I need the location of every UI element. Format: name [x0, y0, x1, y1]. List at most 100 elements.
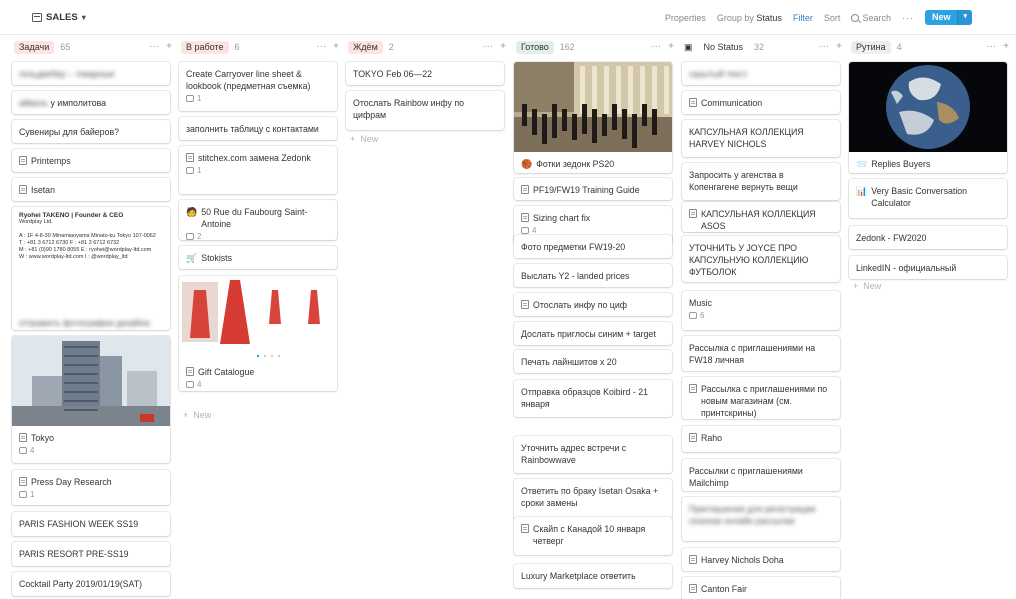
board-card[interactable]: Music 6: [682, 291, 840, 330]
board-card[interactable]: Harvey Nichols Doha: [682, 548, 840, 571]
board-card[interactable]: Press Day Research 1: [12, 470, 170, 505]
add-card-icon[interactable]: +: [166, 41, 172, 52]
column-status-tag[interactable]: Задачи: [14, 40, 55, 54]
board-card[interactable]: Рассылка с приглашениями по новым магази…: [682, 377, 840, 419]
board-card[interactable]: Уточнить адрес встречи с Rainbowwave: [514, 436, 672, 473]
card-title-text: Фото предметки FW19-20: [521, 242, 626, 252]
board-card[interactable]: Сувениры для байеров?: [12, 120, 170, 143]
board-card[interactable]: Communication: [682, 91, 840, 114]
card-title: гельдвебер – товарные: [12, 62, 170, 80]
column-more-icon[interactable]: ···: [483, 41, 493, 52]
board-card[interactable]: гельдвебер – товарные: [12, 62, 170, 85]
board-card[interactable]: Printemps: [12, 149, 170, 172]
board-card[interactable]: 🏀 Фотки зедонк PS20: [514, 62, 672, 173]
column-status-tag[interactable]: Ждём: [348, 40, 383, 54]
board-card[interactable]: 🧑 50 Rue du Faubourg Saint-Antoine 2: [179, 200, 337, 240]
board-card[interactable]: КАПСУЛЬНАЯ КОЛЛЕКЦИЯ ASOS: [682, 202, 840, 232]
column-more-icon[interactable]: ···: [316, 41, 326, 52]
board-card[interactable]: заполнить таблицу с контактами: [179, 117, 337, 140]
board-card[interactable]: Приглашения для регистрации сезонов онла…: [682, 497, 840, 541]
search-button[interactable]: Search: [851, 13, 891, 23]
board-card[interactable]: УТОЧНИТЬ У JOYCE ПРО КАПСУЛЬНУЮ КОЛЛЕКЦИ…: [682, 236, 840, 282]
column-status-tag[interactable]: Рутина: [851, 40, 891, 54]
filter-button[interactable]: Filter: [793, 13, 813, 23]
business-card-address: A : 1F 4-8-30 Minamiaoyama Minato-ku Tok…: [19, 233, 156, 239]
add-card-icon[interactable]: +: [668, 41, 674, 52]
board-card[interactable]: Отправка образцов Koibird - 21 января: [514, 380, 672, 417]
card-title-text: Рассылка с приглашениями на FW18 личная: [689, 343, 816, 365]
board-card[interactable]: Ryohei TAKENO | Founder & CEO Wordplay Lt…: [12, 207, 170, 330]
board-card[interactable]: Ответить по браку Isetan Osaka + сроки з…: [514, 479, 672, 520]
board-card[interactable]: Create Carryover line sheet & lookbook (…: [179, 62, 337, 111]
board-card[interactable]: PARIS RESORT PRE-SS19: [12, 542, 170, 566]
board-card[interactable]: Печать лайншитов х 20: [514, 350, 672, 373]
card-title-text: Сувениры для байеров?: [19, 127, 120, 137]
board-card[interactable]: Raho: [682, 426, 840, 452]
board-card[interactable]: Gift Catalogue 4: [179, 276, 337, 391]
comment-icon: [19, 491, 27, 498]
column-card-count: 162: [559, 42, 575, 52]
column-status-tag[interactable]: No Status: [699, 41, 749, 54]
page-icon: [186, 153, 194, 162]
board-card[interactable]: Запросить у агенства в Копенгагене верну…: [682, 163, 840, 200]
board-card[interactable]: 🛒 Stokists: [179, 246, 337, 269]
board-card[interactable]: TOKYO Feb 06—22: [346, 62, 504, 85]
cart-icon: 🛒: [186, 253, 198, 263]
add-card-icon[interactable]: +: [836, 41, 842, 52]
comment-count: 4: [179, 378, 337, 389]
column-status-tag[interactable]: Готово: [516, 40, 554, 54]
board-card[interactable]: Tokyo 4: [12, 336, 170, 463]
board-card[interactable]: Luxury Marketplace ответить: [514, 564, 672, 588]
board-card[interactable]: Скайп с Канадой 10 января четверг: [514, 517, 672, 555]
board-card[interactable]: Рассылки с приглашениями Mailchimp: [682, 459, 840, 491]
board-card[interactable]: 📊 Very Basic Conversation Calculator: [849, 179, 1007, 218]
board-card[interactable]: Дослать приглосы синим + target: [514, 322, 672, 345]
board-card[interactable]: Отослать инфу по циф: [514, 293, 672, 316]
card-title-text: Ответить по браку Isetan Osaka + сроки з…: [521, 486, 659, 508]
comment-count: 1: [179, 164, 337, 175]
board-card[interactable]: скрытый текст: [682, 62, 840, 85]
board-card[interactable]: Рассылка с приглашениями на FW18 личная: [682, 336, 840, 371]
more-options-button[interactable]: ···: [902, 13, 914, 23]
card-title: КАПСУЛЬНАЯ КОЛЛЕКЦИЯ HARVEY NICHOLS: [682, 120, 840, 150]
add-card-icon[interactable]: +: [500, 41, 506, 52]
board-card[interactable]: Zedonk - FW2020: [849, 226, 1007, 249]
board-card[interactable]: Фото предметки FW19-20: [514, 235, 672, 258]
card-title: Raho: [682, 426, 840, 444]
new-button[interactable]: New ▾: [924, 10, 972, 25]
board-card[interactable]: Canton Fair: [682, 577, 840, 599]
group-by-value: Status: [756, 12, 782, 23]
column-more-icon[interactable]: ···: [986, 41, 996, 52]
add-new-card-button[interactable]: + New: [350, 134, 378, 144]
board-card[interactable]: КАПСУЛЬНАЯ КОЛЛЕКЦИЯ HARVEY NICHOLS: [682, 120, 840, 157]
add-card-icon[interactable]: +: [333, 41, 339, 52]
board-card[interactable]: Cocktail Party 2019/01/19(SAT): [12, 572, 170, 596]
board-card[interactable]: PARIS FASHION WEEK SS19: [12, 512, 170, 536]
board-card[interactable]: PF19/FW19 Training Guide: [514, 178, 672, 200]
properties-button[interactable]: Properties: [665, 13, 706, 23]
column-more-icon[interactable]: ···: [149, 41, 159, 52]
board-card[interactable]: Отослать Rainbow инфу по цифрам: [346, 91, 504, 130]
board-card[interactable]: 📨 Replies Buyers: [849, 62, 1007, 173]
column-status-tag[interactable]: В работе: [181, 40, 229, 54]
column-more-icon[interactable]: ···: [651, 41, 661, 52]
board-card[interactable]: Выслать Y2 - landed prices: [514, 264, 672, 287]
business-card-company: Wordplay Ltd.: [19, 219, 53, 225]
card-title-text: заполнить таблицу с контактами: [186, 124, 319, 134]
card-title: Harvey Nichols Doha: [682, 548, 840, 566]
comment-count: 4: [514, 224, 672, 235]
board-card[interactable]: айваль у имполитова: [12, 91, 170, 114]
database-title[interactable]: SALES ▾: [32, 12, 86, 23]
column-more-icon[interactable]: ···: [819, 41, 829, 52]
board-card[interactable]: Isetan: [12, 178, 170, 201]
add-card-icon[interactable]: +: [1003, 41, 1009, 52]
board-card[interactable]: LinkedIN - официальный: [849, 256, 1007, 279]
card-title: Create Carryover line sheet & lookbook (…: [179, 62, 337, 92]
board-card[interactable]: stitchex.com замена Zedonk 1: [179, 146, 337, 194]
add-new-card-button[interactable]: + New: [183, 410, 211, 420]
sort-button[interactable]: Sort: [824, 13, 841, 23]
comment-icon: [186, 233, 194, 240]
add-new-card-button[interactable]: + New: [853, 281, 881, 291]
chevron-down-icon[interactable]: ▾: [957, 10, 972, 25]
group-by-button[interactable]: Group by Status: [717, 13, 782, 23]
